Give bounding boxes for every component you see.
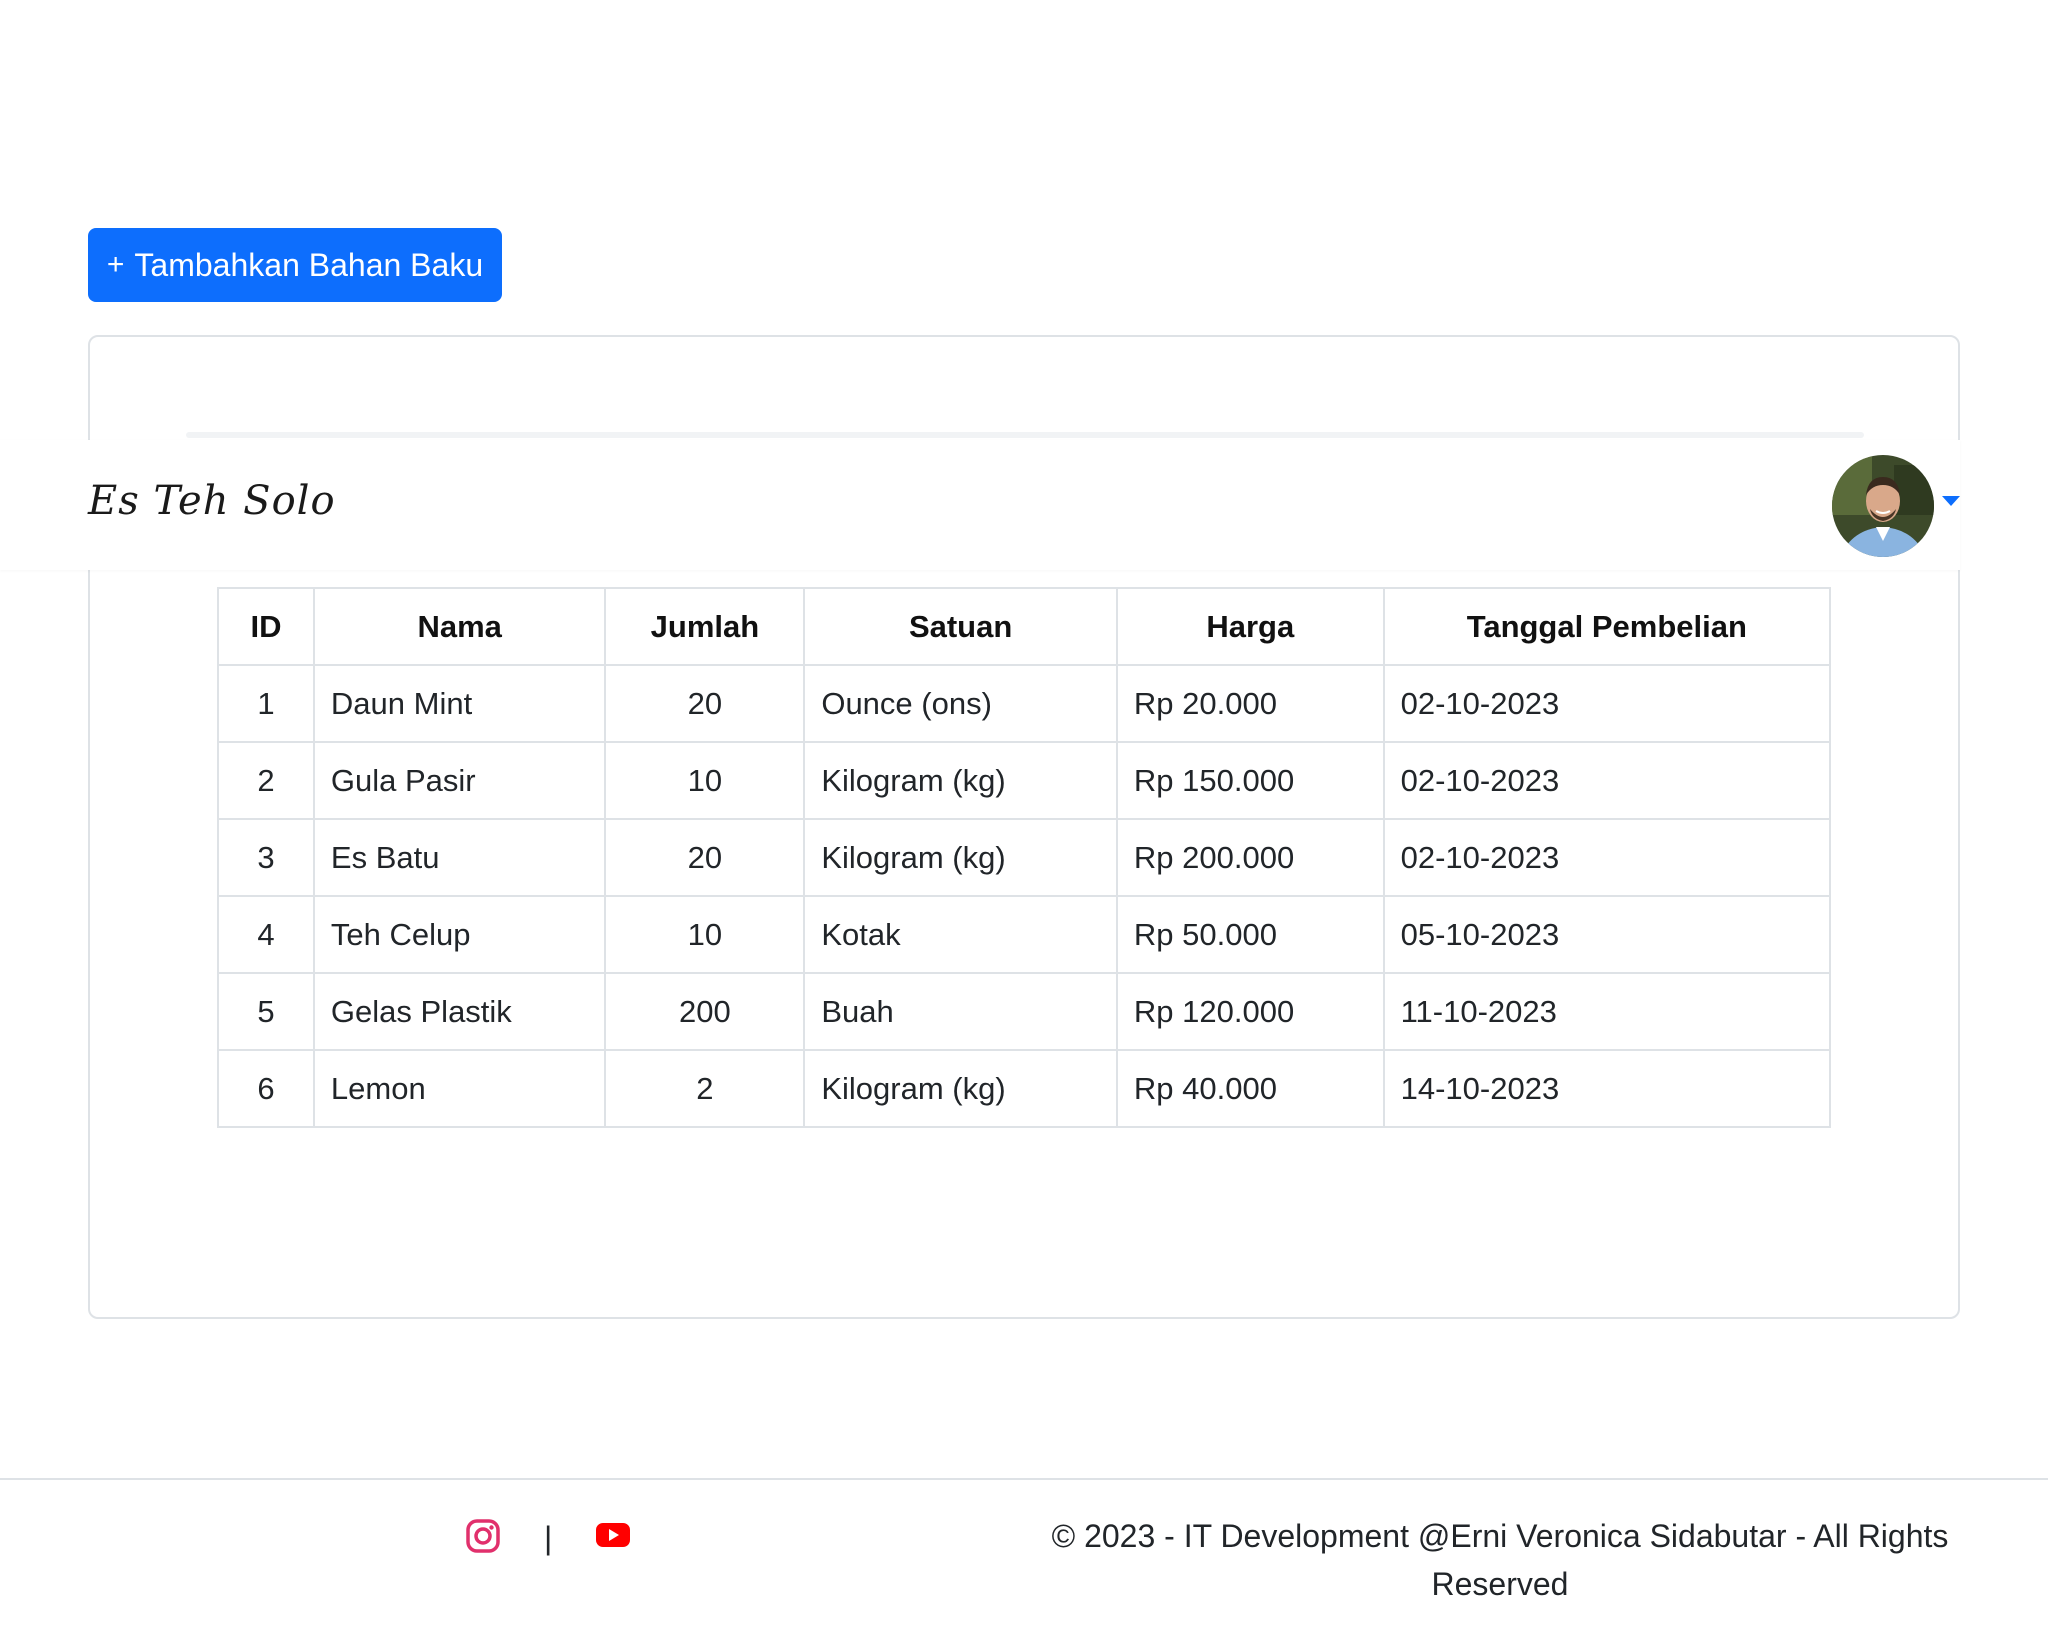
table-header-row: ID Nama Jumlah Satuan Harga Tanggal Pemb… [217, 587, 1832, 666]
table-row: 2 Gula Pasir 10 Kilogram (kg) Rp 150.000… [217, 741, 1832, 820]
add-bahan-baku-button[interactable]: + Tambahkan Bahan Baku [88, 228, 502, 302]
table-row: 6 Lemon 2 Kilogram (kg) Rp 40.000 14-10-… [217, 1049, 1832, 1128]
cell-harga: Rp 40.000 [1115, 1049, 1385, 1128]
cell-nama: Gula Pasir [312, 741, 607, 820]
cell-nama: Teh Celup [312, 895, 607, 974]
cell-jumlah: 10 [604, 895, 806, 974]
table-row: 4 Teh Celup 10 Kotak Rp 50.000 05-10-202… [217, 895, 1832, 974]
social-separator: | [544, 1519, 553, 1556]
instagram-icon[interactable] [466, 1518, 500, 1558]
cell-nama: Gelas Plastik [312, 972, 607, 1051]
cell-id: 3 [217, 818, 315, 897]
cell-nama: Es Batu [312, 818, 607, 897]
cell-tanggal: 02-10-2023 [1382, 818, 1832, 897]
cell-harga: Rp 150.000 [1115, 741, 1385, 820]
cell-jumlah: 20 [604, 818, 806, 897]
cell-id: 2 [217, 741, 315, 820]
cell-satuan: Kotak [803, 895, 1118, 974]
cell-id: 1 [217, 664, 315, 743]
cell-tanggal: 02-10-2023 [1382, 664, 1832, 743]
col-header-nama: Nama [312, 587, 607, 666]
cell-tanggal: 05-10-2023 [1382, 895, 1832, 974]
col-header-satuan: Satuan [803, 587, 1118, 666]
col-header-jumlah: Jumlah [604, 587, 806, 666]
page: + Tambahkan Bahan Baku Es Teh Solo ID Na… [0, 0, 2048, 1640]
cell-nama: Daun Mint [312, 664, 607, 743]
cell-harga: Rp 200.000 [1115, 818, 1385, 897]
cell-harga: Rp 120.000 [1115, 972, 1385, 1051]
col-header-id: ID [217, 587, 315, 666]
cell-jumlah: 20 [604, 664, 806, 743]
cell-tanggal: 11-10-2023 [1382, 972, 1832, 1051]
social-links: | [466, 1518, 631, 1558]
cell-tanggal: 14-10-2023 [1382, 1049, 1832, 1128]
cell-satuan: Kilogram (kg) [803, 818, 1118, 897]
cell-satuan: Ounce (ons) [803, 664, 1118, 743]
add-bahan-baku-label: Tambahkan Bahan Baku [134, 246, 484, 283]
plus-icon: + [106, 248, 125, 281]
copyright-text: © 2023 - IT Development @Erni Veronica S… [1051, 1518, 1949, 1602]
cell-harga: Rp 20.000 [1115, 664, 1385, 743]
col-header-harga: Harga [1115, 587, 1385, 666]
cell-satuan: Kilogram (kg) [803, 1049, 1118, 1128]
cell-nama: Lemon [312, 1049, 607, 1128]
cell-jumlah: 200 [604, 972, 806, 1051]
avatar-image [1832, 455, 1934, 557]
table-row: 5 Gelas Plastik 200 Buah Rp 120.000 11-1… [217, 972, 1832, 1051]
cell-satuan: Buah [803, 972, 1118, 1051]
card-divider [186, 432, 1864, 438]
brand-logo[interactable]: Es Teh Solo [88, 478, 336, 524]
cell-id: 5 [217, 972, 315, 1051]
cell-harga: Rp 50.000 [1115, 895, 1385, 974]
chevron-down-icon[interactable] [1942, 496, 1960, 506]
cell-id: 6 [217, 1049, 315, 1128]
cell-satuan: Kilogram (kg) [803, 741, 1118, 820]
col-header-tanggal: Tanggal Pembelian [1382, 587, 1832, 666]
bahan-baku-table: ID Nama Jumlah Satuan Harga Tanggal Pemb… [217, 587, 1832, 1128]
cell-id: 4 [217, 895, 315, 974]
table-row: 1 Daun Mint 20 Ounce (ons) Rp 20.000 02-… [217, 664, 1832, 743]
user-avatar[interactable] [1832, 455, 1934, 557]
cell-tanggal: 02-10-2023 [1382, 741, 1832, 820]
youtube-icon[interactable] [596, 1522, 631, 1554]
cell-jumlah: 10 [604, 741, 806, 820]
cell-jumlah: 2 [604, 1049, 806, 1128]
table-row: 3 Es Batu 20 Kilogram (kg) Rp 200.000 02… [217, 818, 1832, 897]
